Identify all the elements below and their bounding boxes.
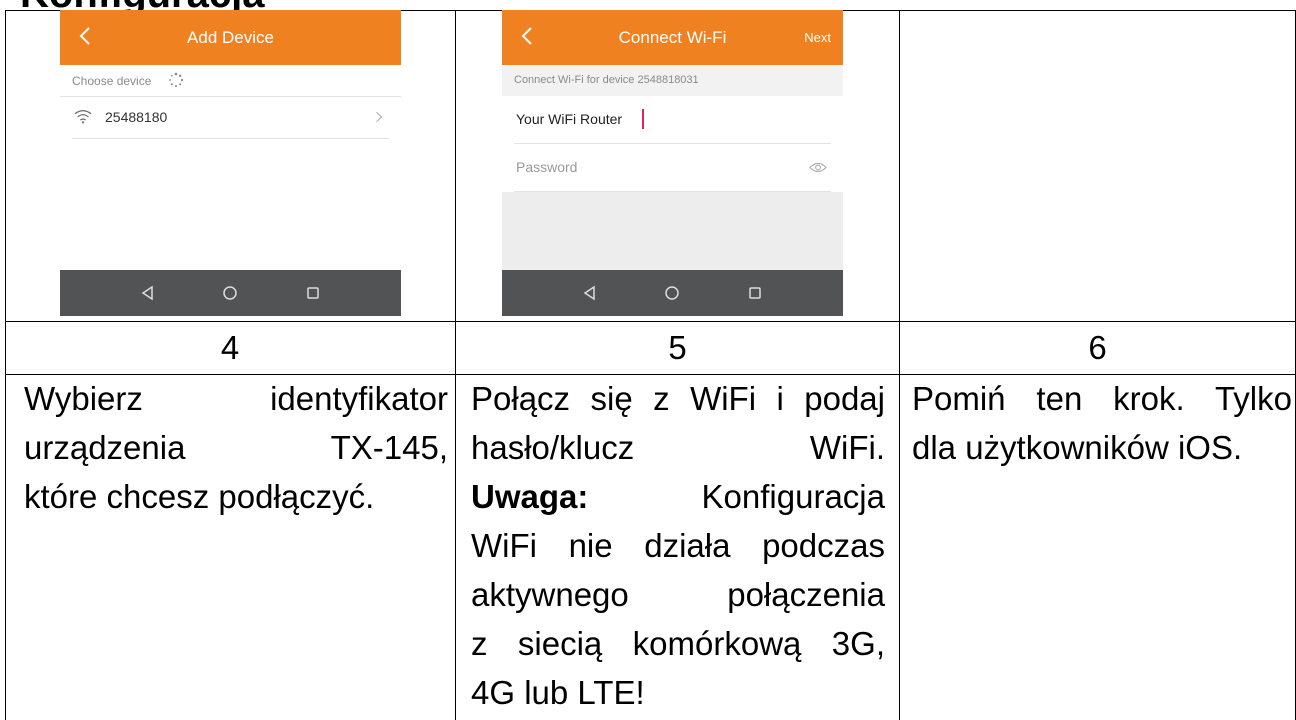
ssid-field[interactable]: Your WiFi Router: [514, 96, 831, 144]
nav-home-icon[interactable]: [220, 283, 240, 303]
step-number-4: 4: [220, 329, 240, 366]
text-cursor: [642, 109, 644, 129]
step-6-line-2: dla użytkowników iOS.: [912, 429, 1243, 466]
password-field[interactable]: Password: [514, 144, 831, 192]
add-device-screenshot: Add Device Choose device 25488180: [60, 10, 401, 316]
nav-home-icon[interactable]: [662, 283, 682, 303]
step-4-description: Wybierz identyfikator urządzenia TX-145,…: [24, 374, 448, 521]
android-nav-bar: [502, 270, 843, 316]
nav-recents-icon[interactable]: [303, 283, 323, 303]
ssid-value: Your WiFi Router: [516, 111, 623, 127]
step-5-note-line-3: aktywnego połączenia: [471, 576, 885, 613]
step-6-description: Pomiń ten krok. Tylko dla użytkowników i…: [912, 374, 1292, 472]
step-4-line-3: które chcesz podłączyć.: [24, 478, 375, 515]
loading-spinner-icon: [169, 72, 184, 87]
step-number-5: 5: [668, 329, 687, 366]
step-number-6: 6: [1088, 329, 1107, 366]
note-label: Uwaga:: [471, 478, 589, 515]
device-id-label: 25488180: [105, 109, 168, 125]
connect-wifi-header: Connect Wi-Fi Next: [502, 10, 843, 65]
step-5-note-line-4: z siecią komórkową 3G,: [471, 625, 885, 662]
device-list-item[interactable]: 25488180: [72, 96, 389, 139]
android-nav-bar: [60, 270, 401, 316]
choose-device-row: Choose device: [60, 65, 401, 97]
wifi-icon: [74, 110, 92, 124]
add-device-title: Add Device: [187, 28, 274, 47]
nav-back-icon[interactable]: [138, 283, 158, 303]
next-button[interactable]: Next: [804, 10, 831, 65]
nav-recents-icon[interactable]: [745, 283, 765, 303]
step-4-line-2: urządzenia TX-145,: [24, 429, 448, 466]
eye-icon[interactable]: [809, 161, 827, 174]
connect-wifi-screenshot: Connect Wi-Fi Next Connect Wi-Fi for dev…: [502, 10, 843, 316]
add-device-header: Add Device: [60, 10, 401, 65]
chevron-right-icon: [376, 111, 383, 123]
note-rest: Konfiguracja: [701, 478, 885, 515]
step-5-note-line: Uwaga: Konfiguracja: [471, 472, 885, 521]
step-4-line-1: Wybierz identyfikator: [24, 380, 448, 417]
step-5-note-line-2: WiFi nie działa podczas: [471, 527, 885, 564]
connect-wifi-title: Connect Wi-Fi: [618, 28, 727, 47]
step-5-description: Połącz się z WiFi i podaj hasło/klucz Wi…: [471, 374, 885, 717]
step-5-line-1: Połącz się z WiFi i podaj: [471, 380, 885, 417]
nav-back-icon[interactable]: [580, 283, 600, 303]
connect-wifi-subtitle: Connect Wi-Fi for device 2548818031: [514, 74, 699, 86]
choose-device-label: Choose device: [72, 74, 152, 88]
empty-area: [502, 192, 843, 270]
step-6-line-1: Pomiń ten krok. Tylko: [912, 380, 1292, 417]
password-placeholder: Password: [516, 159, 578, 175]
step-5-line-2: hasło/klucz WiFi.: [471, 429, 885, 466]
step-5-note-line-5: 4G lub LTE!: [471, 674, 645, 711]
connect-wifi-subtitle-bar: Connect Wi-Fi for device 2548818031: [502, 65, 843, 96]
